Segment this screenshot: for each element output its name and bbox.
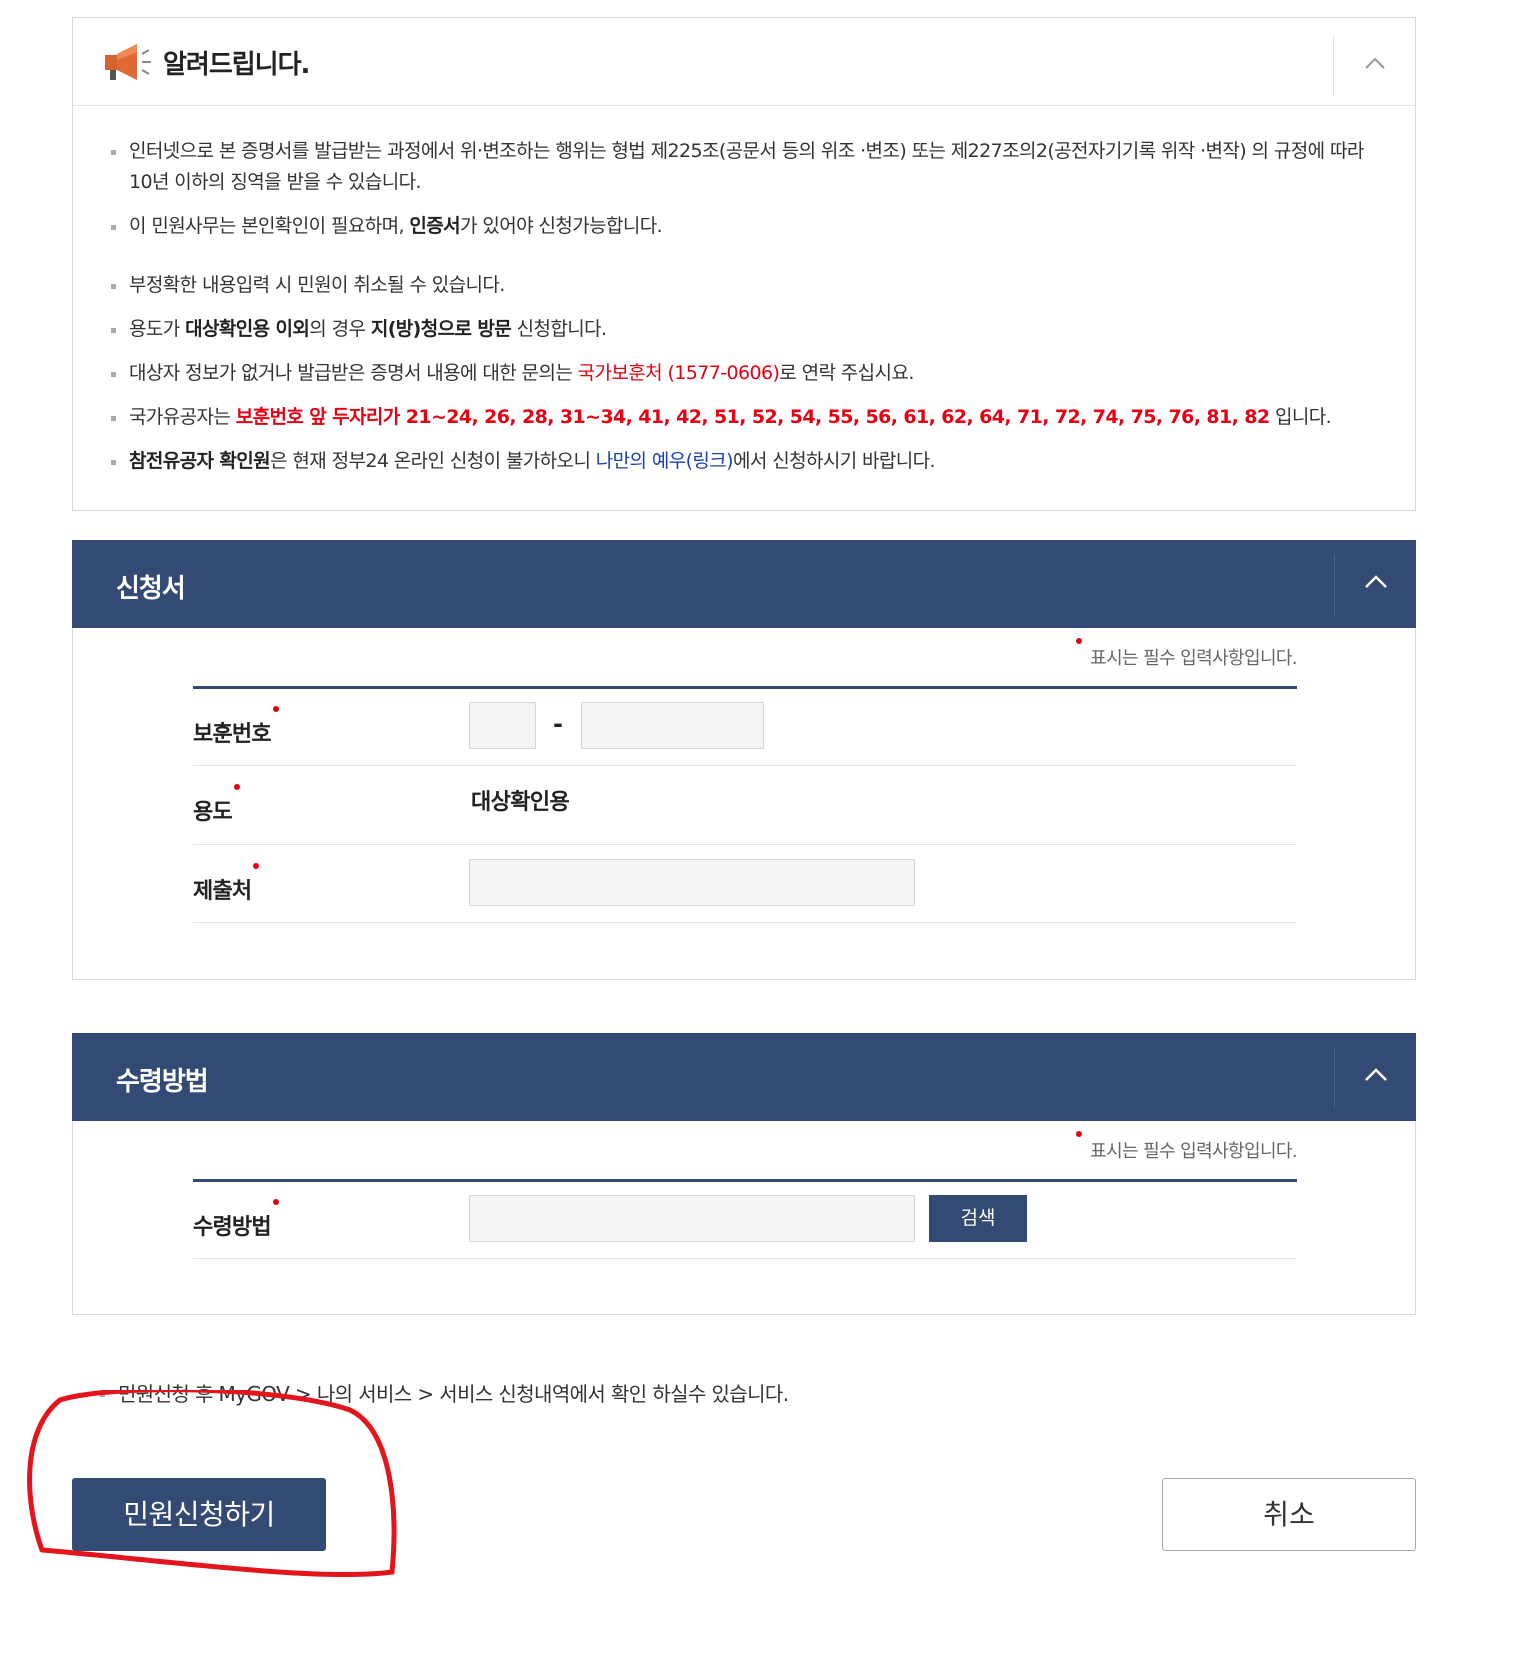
notice-text: 입니다. xyxy=(1269,406,1332,428)
notice-item: 용도가 대상확인용 이외의 경우 지(방)청으로 방문 신청합니다. xyxy=(111,314,1371,345)
bohun-number-prefix-input[interactable] xyxy=(469,702,536,749)
bohun-number-label-text: 보훈번호 xyxy=(193,722,272,747)
notice-text: 인증서 xyxy=(409,215,461,237)
notice-text: 보훈번호 앞 두자리가 21~24, 26, 28, 31~34, 41, 42… xyxy=(235,406,1270,428)
purpose-label: 용도 xyxy=(193,784,240,826)
notice-item: 참전유공자 확인원은 현재 정부24 온라인 신청이 불가하오니 나만의 예우(… xyxy=(111,446,1371,477)
row-divider xyxy=(193,844,1297,845)
notice-header: 알려드립니다. xyxy=(73,18,1415,106)
notice-panel: 알려드립니다. 인터넷으로 본 증명서를 발급받는 과정에서 위·변조하는 행위… xyxy=(72,17,1416,511)
required-dot xyxy=(233,784,240,790)
receipt-section-body: 표시는 필수 입력사항입니다. 수령방법 검색 xyxy=(72,1121,1416,1315)
notice-text: 은 현재 정부24 온라인 신청이 불가하오니 xyxy=(270,450,596,472)
receipt-method-input[interactable] xyxy=(469,1195,915,1242)
required-dot xyxy=(1076,638,1083,644)
bohun-number-label: 보훈번호 xyxy=(193,706,279,748)
bohun-number-separator: - xyxy=(553,710,563,738)
chevron-up-icon xyxy=(1365,1068,1387,1081)
search-button[interactable]: 검색 xyxy=(929,1195,1027,1242)
row-divider xyxy=(193,922,1297,923)
receipt-method-label: 수령방법 xyxy=(193,1199,279,1241)
notice-item: 국가유공자는 보훈번호 앞 두자리가 21~24, 26, 28, 31~34,… xyxy=(111,402,1371,433)
notice-text: 인터넷으로 본 증명서를 발급받는 과정에서 위·변조하는 행위는 형법 제22… xyxy=(129,140,1364,193)
notice-item: 인터넷으로 본 증명서를 발급받는 과정에서 위·변조하는 행위는 형법 제22… xyxy=(111,136,1371,198)
my-honor-link[interactable]: 나만의 예우(링크) xyxy=(596,450,734,472)
submit-to-input[interactable] xyxy=(469,859,915,906)
notice-text: 지(방)청으로 방문 xyxy=(370,318,512,340)
application-collapse-button[interactable] xyxy=(1334,554,1416,616)
application-section-header: 신청서 xyxy=(72,540,1416,628)
notice-text: 부정확한 내용입력 시 민원이 취소될 수 있습니다. xyxy=(129,274,505,296)
submit-to-label: 제출처 xyxy=(193,863,260,905)
notice-text: 가 있어야 신청가능합니다. xyxy=(460,215,663,237)
bottom-note: 민원신청 후 MyGOV > 나의 서비스 > 서비스 신청내역에서 확인 하실… xyxy=(100,1378,789,1407)
receipt-section-title: 수령방법 xyxy=(116,1067,209,1097)
chevron-up-icon xyxy=(1365,575,1387,588)
notice-text: 대상자 정보가 없거나 발급받은 증명서 내용에 대한 문의는 xyxy=(129,362,578,384)
required-note-text: 표시는 필수 입력사항입니다. xyxy=(1090,648,1297,669)
chevron-up-icon xyxy=(1365,57,1385,69)
receipt-section-header: 수령방법 xyxy=(72,1033,1416,1121)
notice-text: 국가유공자는 xyxy=(129,406,236,428)
required-dot xyxy=(253,863,260,869)
apply-button[interactable]: 민원신청하기 xyxy=(72,1478,326,1551)
notice-text: 의 경우 xyxy=(309,318,371,340)
notice-collapse-button[interactable] xyxy=(1333,34,1415,96)
required-dot xyxy=(272,706,279,712)
required-dot xyxy=(272,1199,279,1205)
application-section-title: 신청서 xyxy=(116,574,186,604)
notice-item: 부정확한 내용입력 시 민원이 취소될 수 있습니다. xyxy=(111,270,1371,301)
notice-text: 신청합니다. xyxy=(511,318,607,340)
notice-title: 알려드립니다. xyxy=(163,50,310,80)
notice-item: 대상자 정보가 없거나 발급받은 증명서 내용에 대한 문의는 국가보훈처 (1… xyxy=(111,358,1371,389)
required-note: 표시는 필수 입력사항입니다. xyxy=(1076,1131,1298,1163)
bohun-number-suffix-input[interactable] xyxy=(581,702,764,749)
notice-text: 이 민원사무는 본인확인이 필요하며, xyxy=(129,215,410,237)
required-note: 표시는 필수 입력사항입니다. xyxy=(1076,638,1298,670)
required-dot xyxy=(1076,1131,1083,1137)
row-divider xyxy=(193,1258,1297,1259)
receipt-collapse-button[interactable] xyxy=(1334,1047,1416,1109)
form-top-line xyxy=(193,686,1297,689)
notice-item: 이 민원사무는 본인확인이 필요하며, 인증서가 있어야 신청가능합니다. xyxy=(111,211,1371,242)
required-note-text: 표시는 필수 입력사항입니다. xyxy=(1090,1141,1297,1162)
receipt-method-label-text: 수령방법 xyxy=(193,1215,272,1240)
notice-text: 에서 신청하시기 바랍니다. xyxy=(733,450,936,472)
cancel-button[interactable]: 취소 xyxy=(1162,1478,1416,1551)
submit-to-label-text: 제출처 xyxy=(193,879,252,904)
form-top-line xyxy=(193,1179,1297,1182)
notice-text: 대상확인용 이외 xyxy=(185,318,310,340)
notice-list: 인터넷으로 본 증명서를 발급받는 과정에서 위·변조하는 행위는 형법 제22… xyxy=(111,136,1371,490)
purpose-label-text: 용도 xyxy=(193,800,233,825)
purpose-value: 대상확인용 xyxy=(471,790,570,815)
notice-text: 로 연락 주십시요. xyxy=(779,362,914,384)
application-section-body: 표시는 필수 입력사항입니다. 보훈번호 - 용도 대상확인용 제출처 xyxy=(72,628,1416,980)
megaphone-icon xyxy=(105,44,151,80)
notice-text: 국가보훈처 (1577-0606) xyxy=(577,362,780,384)
notice-text: 참전유공자 확인원 xyxy=(129,450,271,472)
row-divider xyxy=(193,765,1297,766)
notice-text: 용도가 xyxy=(129,318,186,340)
